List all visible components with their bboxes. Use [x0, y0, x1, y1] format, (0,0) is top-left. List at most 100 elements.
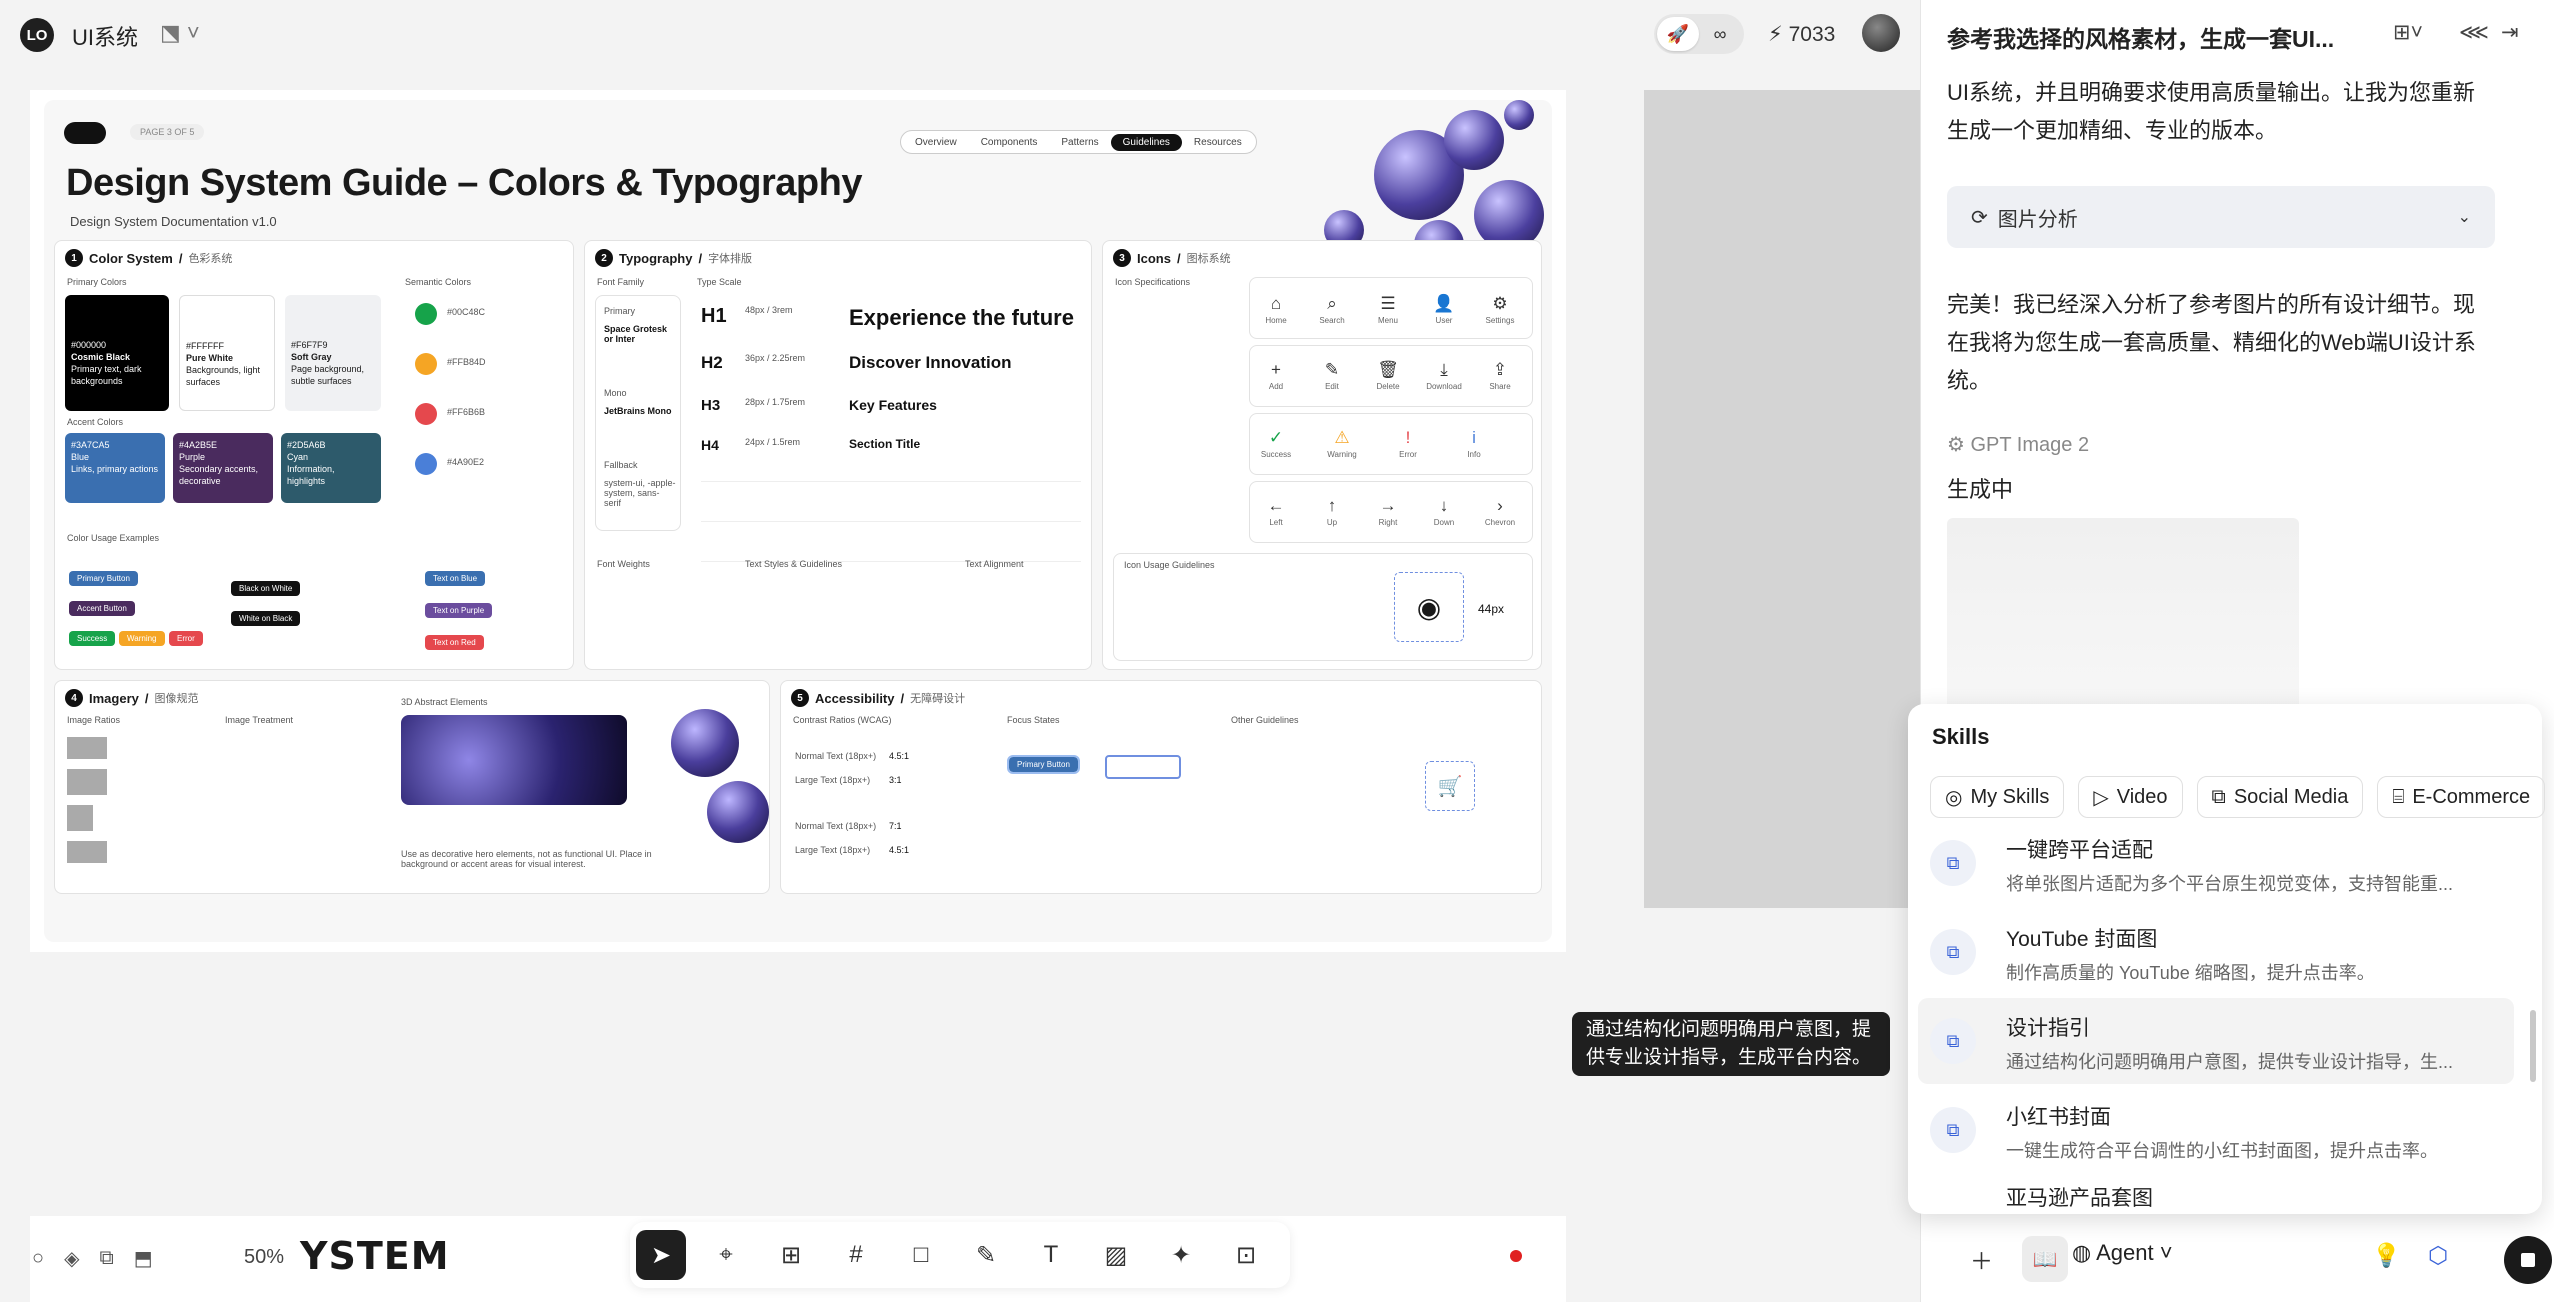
- ai-frame-tool-button[interactable]: ⊡: [1221, 1230, 1271, 1280]
- sheet-nav-item: Components: [980, 136, 1038, 148]
- project-menu-icon[interactable]: ⬔ ˅: [160, 20, 200, 46]
- design-artboard[interactable]: PAGE 3 OF 5 Design System Guide – Colors…: [30, 90, 1566, 952]
- chevron-down-icon: ˅: [2159, 1240, 2173, 1265]
- generating-image-placeholder: [1947, 518, 2299, 714]
- contrast-value: 4.5:1: [889, 751, 910, 761]
- app-logo[interactable]: LO: [20, 18, 54, 52]
- cube-icon[interactable]: ⬡: [2428, 1242, 2448, 1269]
- layers-icon[interactable]: ◈: [64, 1246, 79, 1271]
- second-artboard-heading: YSTEM: [300, 1234, 450, 1278]
- add-icon: + Add: [1268, 360, 1284, 391]
- skill-tooltip: 通过结构化问题明确用户意图，提供专业设计指导，生成平台内容。: [1572, 1012, 1890, 1076]
- skill-icon: ⧉: [1930, 1107, 1976, 1153]
- contrast-value: 4.5:1: [889, 845, 910, 855]
- type-h2-spec: 36px / 2.25rem: [745, 353, 806, 363]
- plus-icon[interactable]: ＋: [1970, 1242, 1993, 1276]
- skill-item-youtube-cover[interactable]: ⧉ YouTube 封面图 制作高质量的 YouTube 缩略图，提升点击率。: [1918, 909, 2514, 995]
- image-analysis-collapsible[interactable]: ⟳ 图片分析 ⌄: [1947, 186, 2495, 248]
- text-tool-button[interactable]: T: [1026, 1230, 1076, 1280]
- type-h3-spec: 28px / 1.75rem: [745, 397, 806, 407]
- skills-book-button[interactable]: 📖: [2022, 1236, 2068, 1282]
- generation-status: 生成中: [1947, 477, 2014, 502]
- recording-indicator: [1510, 1250, 1522, 1262]
- skill-desc: 将单张图片适配为多个平台原生视觉变体，支持智能重...: [2006, 874, 2454, 894]
- skill-item-amazon-set[interactable]: 亚马逊产品套图: [1918, 1176, 2514, 1214]
- abstract-orb: [707, 781, 769, 843]
- shop-icon: ⌸: [2392, 785, 2405, 808]
- skill-name: 一键跨平台适配: [2006, 839, 2153, 862]
- sheet-subtitle: Design System Documentation v1.0: [70, 214, 277, 229]
- assistant-message: UI系统，并且明确要求使用高质量输出。让我为您重新生成一个更加精细、专业的版本。: [1947, 80, 2476, 143]
- sheet-nav-item-active: Guidelines: [1110, 133, 1182, 151]
- success-icon: ✓ Success: [1260, 428, 1292, 459]
- image-generate-tool-button[interactable]: ▨: [1091, 1230, 1141, 1280]
- social-icon: ⧉: [2211, 785, 2226, 808]
- rocket-icon[interactable]: 🚀: [1657, 17, 1699, 51]
- infinity-icon[interactable]: ∞: [1699, 17, 1741, 51]
- swatch-blue: #3A7CA5 Blue Links, primary actions: [65, 433, 165, 503]
- contrast-value: 3:1: [889, 775, 902, 785]
- icon-spec-label: Icon Specifications: [1115, 277, 1191, 287]
- skill-item-xiaohongshu-cover[interactable]: ⧉ 小红书封面 一键生成符合平台调性的小红书封面图，提升点击率。: [1918, 1087, 2514, 1173]
- edit-icon: ✎ Edit: [1324, 360, 1340, 391]
- mode-toggle[interactable]: 🚀 ∞: [1654, 14, 1744, 54]
- collapse-panel-icon[interactable]: ⇥: [2501, 20, 2519, 45]
- skill-item-design-guide[interactable]: ⧉ 设计指引 通过结构化问题明确用户意图，提供专业设计指导，生...: [1918, 998, 2514, 1084]
- tab-e-commerce[interactable]: ⌸ E-Commerce: [2377, 776, 2546, 818]
- circle-icon[interactable]: ○: [32, 1247, 44, 1270]
- text-icon: T: [1043, 1241, 1059, 1268]
- user-circle-icon: ◉: [1394, 572, 1464, 642]
- type-h3-sample: Key Features: [849, 397, 937, 413]
- skill-desc: 制作高质量的 YouTube 缩略图，提升点击率。: [2006, 963, 2375, 983]
- primary-colors-label: Primary Colors: [67, 277, 127, 287]
- imagery-card: 4 Imagery / 图像规范 Image Ratios Image Treatme…: [54, 680, 770, 894]
- skill-item-cross-platform[interactable]: ⧉ 一键跨平台适配 将单张图片适配为多个平台原生视觉变体，支持智能重...: [1918, 820, 2514, 906]
- type-h4-sample: Section Title: [849, 437, 921, 451]
- lightbulb-icon[interactable]: 💡: [2372, 1242, 2401, 1269]
- avatar[interactable]: [1862, 14, 1900, 52]
- sample-error-pill: Error: [169, 631, 203, 646]
- credits-counter[interactable]: ⚡ 7033: [1768, 22, 1835, 47]
- hash-icon: #: [849, 1241, 863, 1268]
- magic-frame-icon: ⊡: [1235, 1241, 1257, 1269]
- sample-success-pill: Success: [69, 631, 116, 646]
- icons-section-heading: 3 Icons / 图标系统: [1113, 249, 1231, 267]
- sample-warning-pill: Warning: [119, 631, 165, 646]
- rectangle-tool-button[interactable]: □: [896, 1230, 946, 1280]
- canvas-frame-placeholder[interactable]: [1644, 90, 1920, 908]
- type-h1-spec: 48px / 3rem: [745, 305, 793, 315]
- new-chat-icon[interactable]: ⊞˅: [2393, 20, 2423, 45]
- pen-tool-button[interactable]: ✎: [961, 1230, 1011, 1280]
- tab-social-media[interactable]: ⧉ Social Media: [2196, 776, 2364, 818]
- delete-icon: 🗑 Delete: [1376, 360, 1400, 391]
- user-icon: 👤 User: [1433, 294, 1455, 325]
- status-icons-group: ✓ Success ⚠ Warning ! Error i Info: [1249, 413, 1533, 475]
- ai-edit-tool-button[interactable]: ✦: [1156, 1230, 1206, 1280]
- share-icon[interactable]: ⋘: [2459, 20, 2489, 45]
- sample-black-on-white: Black on White: [231, 581, 301, 596]
- image-upload-tool-button[interactable]: ⊞: [766, 1230, 816, 1280]
- assets-icon[interactable]: ⧉: [99, 1247, 113, 1270]
- model-icon: ⚙: [1947, 434, 1965, 456]
- frames-icon[interactable]: ⬒: [134, 1246, 153, 1271]
- project-title[interactable]: UI系统: [72, 20, 138, 52]
- marker-tool-button[interactable]: ⌖: [701, 1230, 751, 1280]
- stop-generation-button[interactable]: [2504, 1236, 2552, 1284]
- skills-scrollbar[interactable]: [2530, 1010, 2536, 1082]
- agent-mode-selector[interactable]: ◍ Agent ˅: [2072, 1240, 2173, 1266]
- tab-video[interactable]: ▷ Video: [2078, 776, 2183, 818]
- skills-popup: Skills ◎ My Skills ▷ Video ⧉ Social Media ⌸…: [1908, 704, 2546, 1214]
- skills-title: Skills: [1932, 724, 1990, 749]
- tab-my-skills[interactable]: ◎ My Skills: [1930, 776, 2065, 818]
- cart-icon: 🛒: [1425, 761, 1475, 811]
- frame-tool-button[interactable]: #: [831, 1230, 881, 1280]
- zoom-level[interactable]: 50%: [244, 1246, 284, 1269]
- semantic-hex: #00C48C: [447, 307, 486, 317]
- select-tool-button[interactable]: ➤: [636, 1230, 686, 1280]
- imagery-note: Use as decorative hero elements, not as …: [401, 849, 652, 869]
- play-icon: ▷: [2093, 786, 2109, 809]
- text-styles-label: Text Styles & Guidelines: [745, 559, 843, 569]
- sheet-nav-item: Resources: [1193, 136, 1242, 148]
- chevron-right-icon: › Chevron: [1484, 496, 1516, 527]
- skill-desc: 通过结构化问题明确用户意图，提供专业设计指导，生...: [2006, 1052, 2454, 1072]
